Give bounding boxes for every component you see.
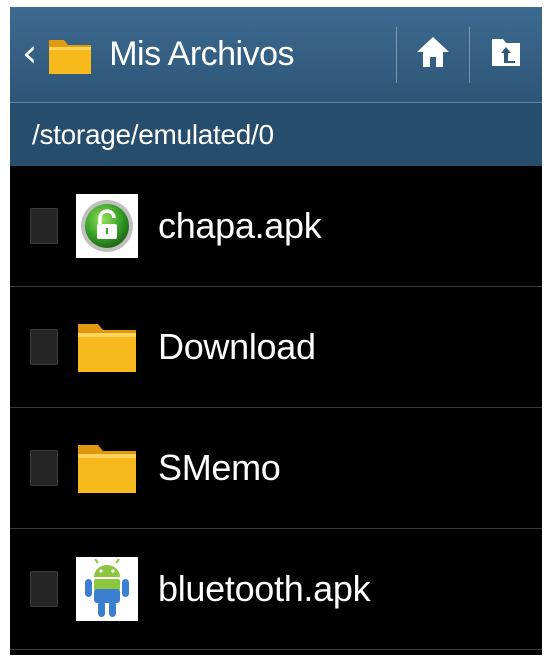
select-checkbox[interactable]: [30, 450, 58, 486]
list-item[interactable]: SMemo: [10, 408, 542, 529]
folder-up-icon: [489, 35, 523, 74]
home-icon: [415, 35, 451, 74]
folder-icon: [76, 436, 138, 500]
folder-icon: [47, 32, 93, 78]
select-checkbox[interactable]: [30, 208, 58, 244]
unlock-app-icon: [76, 194, 138, 258]
up-folder-button[interactable]: [470, 7, 542, 102]
android-app-icon: [76, 557, 138, 621]
home-button[interactable]: [397, 7, 469, 102]
file-manager-screen: ‹ Mis Archivos /storage/emulated/0 chapa…: [10, 7, 542, 655]
folder-icon: [76, 315, 138, 379]
file-name: chapa.apk: [158, 205, 322, 246]
current-path: /storage/emulated/0: [32, 118, 274, 150]
file-name: bluetooth.apk: [158, 568, 371, 609]
file-name: SMemo: [158, 447, 281, 488]
file-list: chapa.apk Download SMemo bluetooth.apk: [10, 166, 542, 650]
list-item[interactable]: bluetooth.apk: [10, 529, 542, 650]
action-bar: ‹ Mis Archivos: [10, 7, 542, 102]
select-checkbox[interactable]: [30, 571, 58, 607]
list-item[interactable]: Download: [10, 287, 542, 408]
select-checkbox[interactable]: [30, 329, 58, 365]
app-title: Mis Archivos: [109, 35, 295, 73]
back-button[interactable]: ‹ Mis Archivos: [10, 7, 295, 102]
file-name: Download: [158, 326, 316, 367]
list-item[interactable]: chapa.apk: [10, 166, 542, 287]
path-bar[interactable]: /storage/emulated/0: [10, 102, 542, 166]
chevron-left-icon: ‹: [22, 30, 38, 75]
